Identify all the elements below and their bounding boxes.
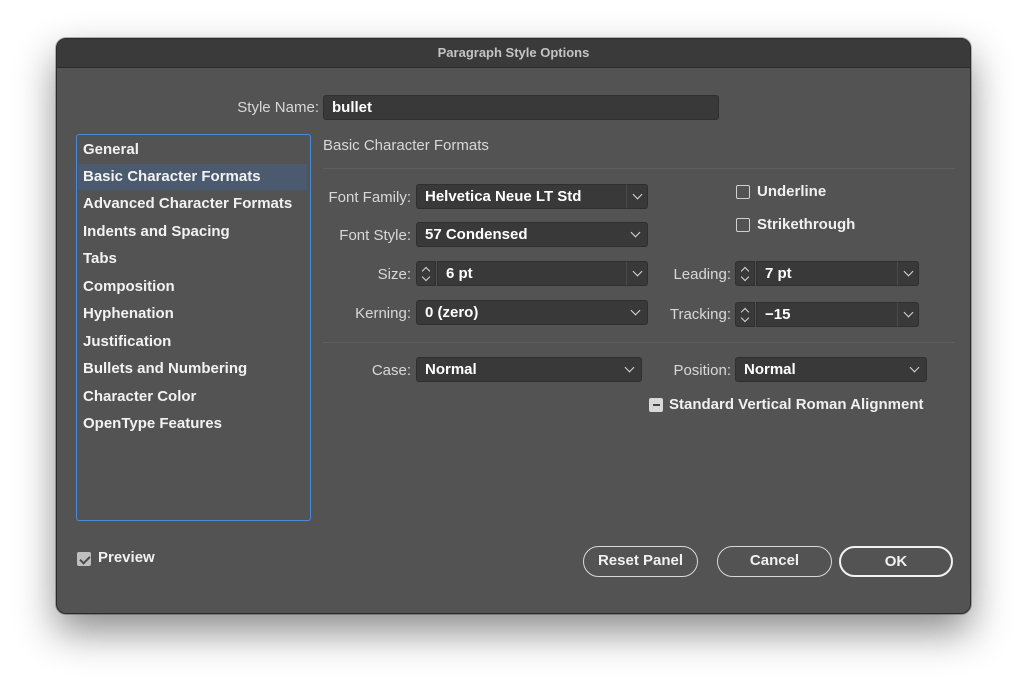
preview-checkbox[interactable] (77, 552, 91, 566)
stepper-down-icon (421, 272, 431, 282)
ok-button[interactable]: OK (839, 546, 953, 577)
size-stepper[interactable] (416, 261, 436, 286)
sidebar-item-basic-character-formats[interactable]: Basic Character Formats (78, 164, 307, 190)
strikethrough-checkbox[interactable] (736, 218, 750, 232)
font-family-label: Font Family: (328, 189, 411, 206)
chevron-down-icon (630, 305, 641, 316)
case-select[interactable]: Normal (416, 357, 642, 382)
preview-label: Preview (98, 549, 155, 566)
cancel-button[interactable]: Cancel (717, 546, 832, 577)
tracking-stepper[interactable] (735, 302, 755, 327)
underline-label: Underline (757, 183, 827, 200)
panel-section-divider (323, 342, 955, 343)
position-select[interactable]: Normal (735, 357, 927, 382)
chevron-down-icon (903, 266, 914, 277)
kerning-select[interactable]: 0 (zero) (416, 300, 648, 325)
tracking-input[interactable]: −15 (756, 302, 898, 327)
category-list: General Basic Character Formats Advanced… (76, 134, 311, 521)
style-name-input[interactable]: bullet (323, 95, 719, 120)
size-input[interactable]: 6 pt (437, 261, 627, 286)
chevron-down-icon (630, 227, 641, 238)
chevron-down-icon (632, 189, 643, 200)
leading-combo[interactable]: 7 pt (756, 261, 919, 286)
strikethrough-label: Strikethrough (757, 216, 856, 233)
font-family-combo[interactable]: Helvetica Neue LT Std (416, 184, 648, 209)
chevron-down-icon (909, 362, 920, 373)
size-dropdown-button[interactable] (626, 261, 648, 286)
position-label: Position: (673, 362, 731, 379)
sidebar-item-hyphenation[interactable]: Hyphenation (78, 301, 307, 327)
sidebar-item-composition[interactable]: Composition (78, 274, 307, 300)
sidebar-item-general[interactable]: General (78, 137, 307, 163)
sidebar-item-advanced-character-formats[interactable]: Advanced Character Formats (78, 191, 307, 217)
paragraph-style-options-dialog: Paragraph Style Options Style Name: bull… (56, 38, 971, 614)
tracking-label: Tracking: (669, 306, 731, 323)
kerning-label: Kerning: (355, 305, 411, 322)
leading-stepper[interactable] (735, 261, 755, 286)
font-family-dropdown-button[interactable] (626, 184, 648, 209)
leading-input[interactable]: 7 pt (756, 261, 898, 286)
kerning-value: 0 (zero) (425, 304, 479, 321)
reset-panel-button[interactable]: Reset Panel (583, 546, 698, 577)
panel-title: Basic Character Formats (323, 137, 489, 154)
sidebar-item-bullets-and-numbering[interactable]: Bullets and Numbering (78, 356, 307, 382)
stepper-down-icon (740, 313, 750, 323)
case-label: Case: (371, 362, 411, 379)
font-style-value: 57 Condensed (425, 226, 528, 243)
font-style-label: Font Style: (339, 227, 411, 244)
chevron-down-icon (624, 362, 635, 373)
tracking-combo[interactable]: −15 (756, 302, 919, 327)
chevron-down-icon (903, 307, 914, 318)
sidebar-item-justification[interactable]: Justification (78, 329, 307, 355)
sidebar-item-tabs[interactable]: Tabs (78, 246, 307, 272)
panel-title-divider (323, 168, 955, 169)
dialog-title: Paragraph Style Options (57, 39, 970, 68)
size-combo[interactable]: 6 pt (437, 261, 648, 286)
leading-dropdown-button[interactable] (897, 261, 919, 286)
chevron-down-icon (632, 266, 643, 277)
case-value: Normal (425, 361, 477, 378)
sidebar-item-indents-and-spacing[interactable]: Indents and Spacing (78, 219, 307, 245)
stepper-down-icon (740, 272, 750, 282)
underline-checkbox[interactable] (736, 185, 750, 199)
font-style-select[interactable]: 57 Condensed (416, 222, 648, 247)
font-family-input[interactable]: Helvetica Neue LT Std (416, 184, 627, 209)
sidebar-item-character-color[interactable]: Character Color (78, 384, 307, 410)
tracking-dropdown-button[interactable] (897, 302, 919, 327)
style-name-label: Style Name: (237, 99, 319, 116)
position-value: Normal (744, 361, 796, 378)
vertical-roman-alignment-label: Standard Vertical Roman Alignment (669, 396, 924, 413)
sidebar-item-opentype-features[interactable]: OpenType Features (78, 411, 307, 437)
leading-label: Leading: (673, 266, 731, 283)
size-label: Size: (377, 266, 411, 283)
vertical-roman-alignment-checkbox[interactable] (649, 398, 663, 412)
